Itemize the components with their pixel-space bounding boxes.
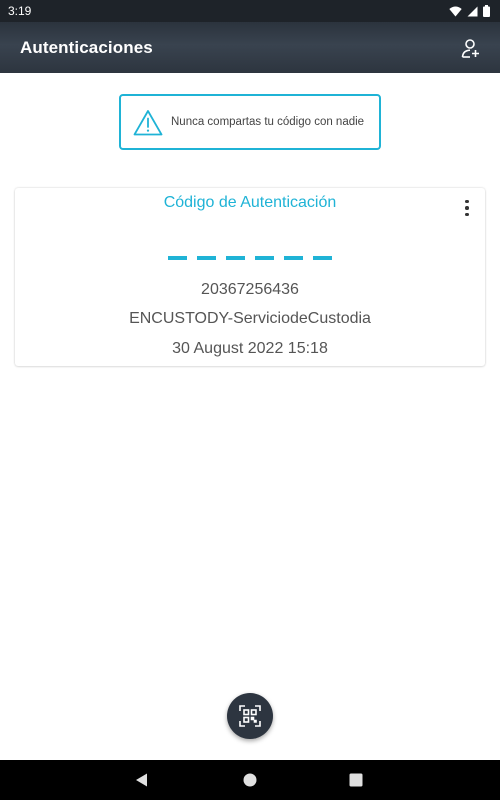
signal-icon bbox=[467, 6, 478, 16]
auth-timestamp: 30 August 2022 15:18 bbox=[172, 340, 328, 357]
code-digit-placeholder bbox=[255, 256, 274, 260]
account-id: 20367256436 bbox=[201, 281, 299, 298]
wifi-icon bbox=[449, 6, 462, 16]
scan-qr-button[interactable] bbox=[227, 693, 273, 739]
screen: 3:19 Autenticaciones Nunca compartas tu … bbox=[0, 0, 500, 800]
status-icons bbox=[449, 5, 490, 17]
recents-icon[interactable] bbox=[348, 772, 364, 788]
app-bar: Autenticaciones bbox=[0, 22, 500, 73]
page-title: Autenticaciones bbox=[20, 37, 153, 57]
status-time: 3:19 bbox=[8, 4, 32, 18]
auth-code-card[interactable]: Código de Autenticación 20367256436 ENCU… bbox=[15, 188, 485, 366]
auth-code-placeholder bbox=[15, 256, 485, 260]
warning-text: Nunca compartas tu código con nadie bbox=[171, 116, 365, 128]
home-icon[interactable] bbox=[242, 772, 258, 788]
system-nav-bar bbox=[0, 760, 500, 800]
code-digit-placeholder bbox=[197, 256, 216, 260]
card-title: Código de Autenticación bbox=[163, 194, 337, 211]
code-digit-placeholder bbox=[313, 256, 332, 260]
add-user-button[interactable] bbox=[456, 34, 484, 62]
add-user-icon bbox=[461, 38, 479, 58]
service-name: ENCUSTODY-ServiciodeCustodia bbox=[129, 310, 371, 327]
battery-icon bbox=[483, 5, 490, 17]
security-warning-banner: Nunca compartas tu código con nadie bbox=[119, 94, 381, 150]
code-digit-placeholder bbox=[168, 256, 187, 260]
more-options-button[interactable] bbox=[457, 198, 477, 218]
code-digit-placeholder bbox=[284, 256, 303, 260]
qr-scan-icon bbox=[239, 705, 261, 727]
warning-triangle-icon bbox=[133, 109, 163, 135]
back-icon[interactable] bbox=[134, 772, 150, 788]
status-bar: 3:19 bbox=[0, 0, 500, 22]
code-digit-placeholder bbox=[226, 256, 245, 260]
more-vert-icon bbox=[465, 199, 469, 204]
